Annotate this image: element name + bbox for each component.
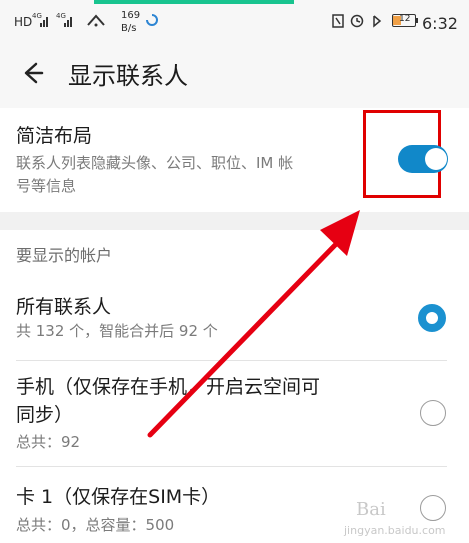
watermark-logo: Bai — [356, 499, 386, 520]
annotation-arrow — [147, 210, 360, 438]
watermark-url: jingyan.baidu.com — [344, 524, 446, 537]
